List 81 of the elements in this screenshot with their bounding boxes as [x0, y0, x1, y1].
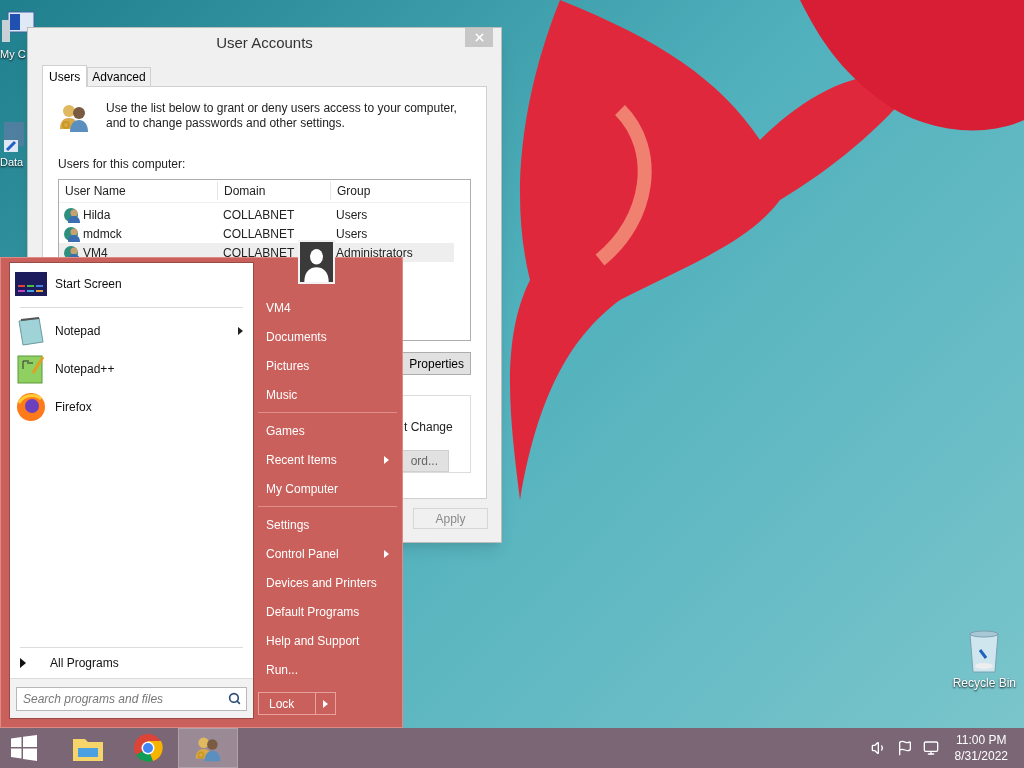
user-row[interactable]: mdmck COLLABNET Users: [59, 224, 454, 243]
table-cell-text: mdmck: [83, 225, 122, 243]
menu-item-label: Documents: [266, 328, 327, 346]
lock-button[interactable]: Lock: [258, 692, 316, 715]
tab[interactable]: Advanced: [87, 67, 151, 86]
table-cell-text: Administrators: [335, 244, 414, 262]
menu-item[interactable]: Settings: [258, 510, 397, 539]
menu-item[interactable]: Default Programs: [258, 597, 397, 626]
start-screen-icon: [15, 272, 47, 296]
program-item[interactable]: Notepad++: [10, 350, 253, 388]
menu-item[interactable]: Games: [258, 416, 397, 445]
table-cell-text: Hilda: [83, 206, 111, 224]
menu-item-label: Default Programs: [266, 603, 360, 621]
menu-item-label: VM4: [266, 299, 291, 317]
program-item[interactable]: Notepad: [10, 312, 253, 350]
user-icon: [63, 225, 81, 242]
intro-text: Use the list below to grant or deny users access to your computer, and to change passwords and other settings.: [106, 101, 458, 132]
chrome-icon: [133, 733, 163, 763]
menu-item[interactable]: Control Panel: [258, 539, 397, 568]
clock[interactable]: 11:00 PM 8/31/2022: [954, 732, 1008, 764]
window-title: User Accounts: [216, 32, 313, 53]
menu-item[interactable]: Help and Support: [258, 626, 397, 655]
table-cell-text: Users: [335, 206, 369, 224]
menu-item[interactable]: Devices and Printers: [258, 568, 397, 597]
program-label: Firefox: [55, 399, 93, 416]
power-options-button[interactable]: [316, 692, 336, 715]
column-header[interactable]: Domain: [217, 182, 330, 200]
program-label: Start Screen: [55, 276, 123, 293]
group-text: t Change: [404, 420, 453, 434]
list-label: Users for this computer:: [58, 156, 187, 173]
program-label: Notepad: [55, 323, 102, 340]
desktop-icon-label[interactable]: Data: [0, 154, 24, 171]
user-row[interactable]: Hilda COLLABNET Users: [59, 205, 454, 224]
column-header[interactable]: User Name: [59, 182, 217, 200]
menu-item-label: Pictures: [266, 357, 310, 375]
menu-item-label: Help and Support: [266, 632, 360, 650]
menu-item-label: Devices and Printers: [266, 574, 377, 592]
menu-item-label: Run...: [266, 661, 298, 679]
program-item[interactable]: Start Screen: [10, 265, 253, 303]
caret-icon: [238, 327, 243, 335]
close-icon: [472, 31, 486, 44]
taskbar-app-button[interactable]: [178, 728, 238, 768]
menu-item[interactable]: Music: [258, 380, 397, 409]
table-cell-text: COLLABNET: [222, 225, 296, 243]
menu-item[interactable]: Pictures: [258, 351, 397, 380]
network-icon[interactable]: [922, 740, 939, 756]
firefox-icon: [15, 391, 47, 423]
menu-item[interactable]: Recent Items: [258, 445, 397, 474]
menu-item-label: Music: [266, 386, 298, 404]
caret-icon: [384, 455, 389, 464]
caret-icon: [323, 699, 328, 708]
tab[interactable]: Users: [42, 65, 88, 87]
user-icon: [63, 206, 81, 223]
table-cell-text: Users: [335, 225, 369, 243]
menu-item[interactable]: My Computer: [258, 474, 397, 503]
triangle-icon: [20, 658, 26, 668]
flag-icon[interactable]: [896, 740, 913, 756]
menu-item-label: Settings: [266, 516, 310, 534]
desktop-icon-label[interactable]: My C: [0, 46, 26, 63]
menu-item-label: Recent Items: [266, 451, 337, 469]
windows-logo-icon: [11, 735, 37, 761]
notepad-icon: [15, 315, 47, 347]
caret-icon: [384, 549, 389, 558]
menu-item[interactable]: Documents: [258, 322, 397, 351]
table-cell-text: COLLABNET: [222, 244, 296, 262]
table-cell-text: COLLABNET: [222, 206, 296, 224]
notepadpp-icon: [15, 353, 47, 385]
column-header[interactable]: Group: [330, 182, 450, 200]
menu-item-label: Games: [266, 422, 305, 440]
person-silhouette-icon: [300, 242, 333, 282]
program-item[interactable]: Firefox: [10, 388, 253, 426]
menu-item-label: My Computer: [266, 480, 339, 498]
search-field[interactable]: Search programs and files: [16, 687, 247, 711]
table-cell-text: VM4: [83, 244, 108, 262]
menu-item-label: Control Panel: [266, 545, 339, 563]
search-icon: [228, 692, 241, 705]
program-label: Notepad++: [55, 361, 116, 378]
menu-item[interactable]: Run...: [258, 655, 397, 684]
menu-item[interactable]: VM4: [258, 293, 397, 322]
user-avatar[interactable]: [298, 240, 335, 284]
all-programs-item[interactable]: All Programs: [10, 648, 253, 678]
